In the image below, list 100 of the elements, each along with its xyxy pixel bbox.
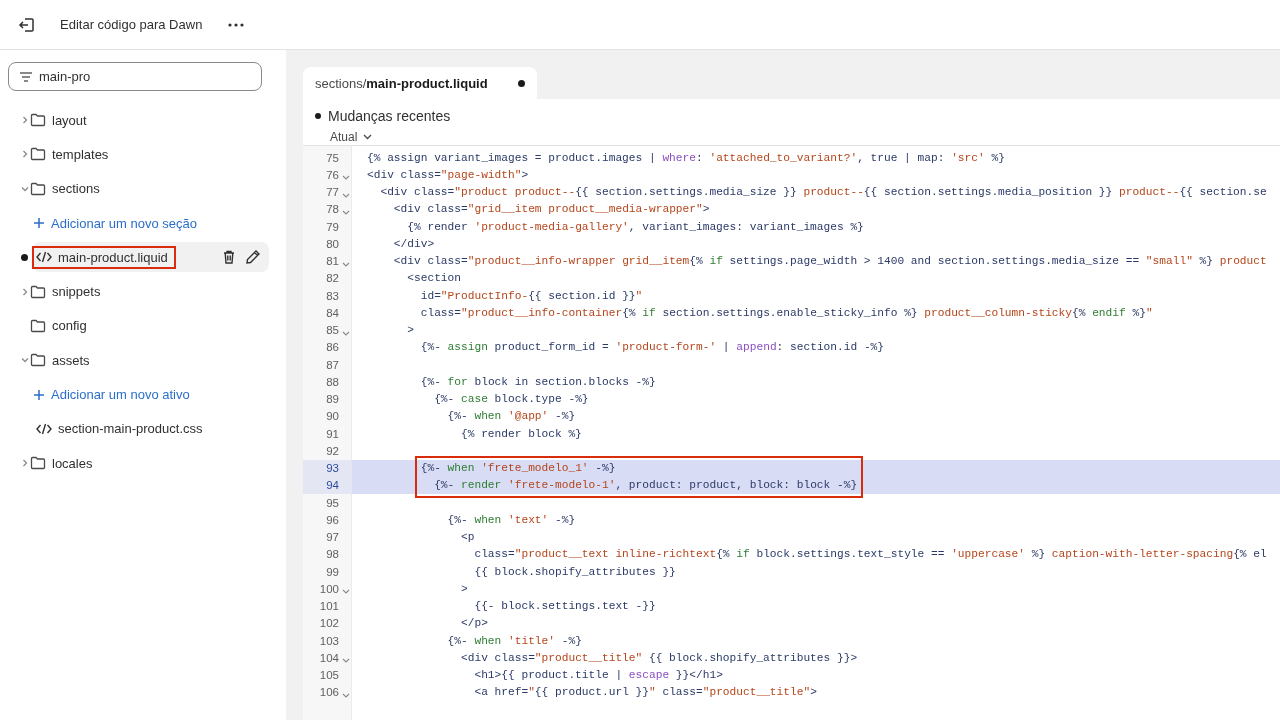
code-line: <a href="{{ product.url }}" class="product__title"> — [473, 686, 817, 699]
code-line: {%- when 'text' -%} — [446, 513, 576, 526]
line-number: 87 — [326, 358, 339, 371]
folder-icon — [30, 318, 46, 333]
code-line: {% assign variant_images = product.images | where: 'attached_to_variant?', true | map: 'src' %} — [366, 151, 1005, 164]
chevron-right-icon[interactable] — [20, 458, 30, 469]
line-number: 98 — [326, 548, 339, 561]
folder-icon — [30, 181, 46, 196]
code-line: {% render 'product-media-gallery', variant_images: variant_images %} — [406, 220, 864, 233]
line-number: 82 — [326, 272, 339, 285]
code-line: class="product__text inline-richtext{% if block.settings.text_style == 'uppercase' %} caption-with-letter-spacing{% el — [473, 548, 1267, 561]
fold-icon[interactable] — [342, 175, 350, 181]
code-icon — [36, 251, 52, 264]
code-line: <div class="grid__item product__media-wrapper"> — [392, 203, 710, 216]
line-number: 95 — [326, 496, 339, 509]
file-tab[interactable]: sections/main-product.liquid — [303, 67, 537, 99]
fold-icon[interactable] — [342, 692, 350, 698]
folder-item[interactable]: sections — [30, 181, 100, 197]
folder-name: layout — [52, 112, 87, 128]
chevron-right-icon[interactable] — [20, 149, 30, 160]
line-number: 99 — [326, 565, 339, 578]
code-line: > — [406, 324, 414, 337]
chevron-right-icon[interactable] — [20, 286, 30, 297]
fold-icon[interactable] — [342, 209, 350, 215]
folder-item[interactable]: templates — [30, 146, 109, 162]
line-number: 101 — [319, 600, 339, 613]
line-number: 88 — [326, 375, 339, 388]
code-line: <div class="page-width"> — [366, 168, 529, 181]
more-icon[interactable] — [228, 22, 245, 27]
line-number: 83 — [326, 289, 339, 302]
code-line: {%- when 'frete_modelo_1' -%} — [419, 462, 616, 475]
code-line: > — [460, 582, 468, 595]
code-line: class="product__info-container{% if section.settings.enable_sticky_info %} product__column-sticky{% endif %}" — [419, 306, 1153, 319]
folder-item[interactable]: config — [30, 318, 87, 334]
folder-name: config — [52, 318, 87, 334]
status-dot — [315, 113, 321, 119]
code-line: <div class="product product--{{ section.settings.media_size }} product--{{ section.settings.media_position }} product--{{ section.se — [379, 186, 1267, 199]
line-number: 84 — [326, 306, 339, 319]
code-line: <h1>{{ product.title | escape }}</h1> — [473, 669, 723, 682]
delete-button[interactable] — [221, 249, 237, 266]
plus-icon — [33, 388, 45, 401]
fold-icon[interactable] — [342, 330, 350, 336]
code-line: <p — [460, 531, 475, 544]
line-number: 104 — [319, 651, 339, 664]
search-field[interactable]: main-pro — [8, 62, 262, 91]
folder-item[interactable]: locales — [30, 455, 93, 471]
code-line: <section — [406, 272, 461, 285]
rename-button[interactable] — [245, 249, 261, 266]
code-line: </p> — [460, 617, 488, 630]
chevron-right-icon[interactable] — [20, 115, 30, 126]
code-line: {{ block.shopify_attributes }} — [473, 565, 676, 578]
code-line: {%- when 'title' -%} — [446, 634, 582, 647]
folder-name: locales — [52, 455, 93, 471]
folder-icon — [30, 353, 46, 368]
line-number: 97 — [326, 531, 339, 544]
code-line: {{- block.settings.text -}} — [473, 600, 656, 613]
fold-icon[interactable] — [342, 192, 350, 198]
folder-item[interactable]: snippets — [30, 284, 101, 300]
code-line: id="ProductInfo-{{ section.id }}" — [419, 289, 643, 302]
file-item[interactable]: main-product.liquid — [32, 242, 269, 273]
pencil-icon — [245, 249, 261, 266]
line-number: 94 — [326, 479, 339, 492]
line-number: 80 — [326, 237, 339, 250]
fold-icon[interactable] — [342, 658, 350, 664]
chevron-down-icon — [363, 134, 373, 140]
filter-icon — [19, 71, 33, 83]
line-number: 76 — [326, 168, 339, 181]
fold-icon[interactable] — [342, 589, 350, 595]
line-number: 86 — [326, 341, 339, 354]
code-line: <div class="product__title" {{ block.shopify_attributes }}> — [460, 651, 858, 664]
folder-item[interactable]: layout — [30, 112, 87, 128]
line-number: 103 — [319, 634, 339, 647]
folder-icon — [30, 113, 46, 128]
line-number: 100 — [319, 582, 339, 595]
folder-name: templates — [52, 146, 109, 162]
folder-name: snippets — [52, 284, 101, 300]
line-number: 77 — [326, 186, 339, 199]
folder-item[interactable]: assets — [30, 352, 90, 368]
code-line: {%- case block.type -%} — [433, 393, 589, 406]
code-icon — [36, 422, 52, 435]
line-number: 89 — [326, 393, 339, 406]
plus-icon — [33, 217, 45, 230]
folder-icon — [30, 456, 46, 471]
line-number: 78 — [326, 203, 339, 216]
trash-icon — [221, 249, 237, 266]
line-number: 96 — [326, 513, 339, 526]
folder-name: assets — [52, 352, 90, 368]
code-line: {%- when '@app' -%} — [446, 410, 576, 423]
recent-changes-title: Mudanças recentes — [328, 108, 451, 124]
exit-icon[interactable] — [18, 15, 36, 34]
code-line: {%- assign product_form_id = 'product-form-' | append: section.id -%} — [419, 341, 885, 354]
fold-icon[interactable] — [342, 261, 350, 267]
file-name: section-main-product.css — [58, 421, 203, 437]
line-number: 93 — [326, 462, 339, 475]
version-dropdown[interactable]: Atual — [330, 130, 373, 144]
line-number: 90 — [326, 410, 339, 423]
code-line: </div> — [392, 237, 435, 250]
code-line: <div class="product__info-wrapper grid__item{% if settings.page_width > 1400 and section.settings.media_size == "small" %} product — [392, 255, 1267, 268]
line-number: 105 — [319, 669, 339, 682]
file-item[interactable]: section-main-product.css — [32, 413, 269, 444]
